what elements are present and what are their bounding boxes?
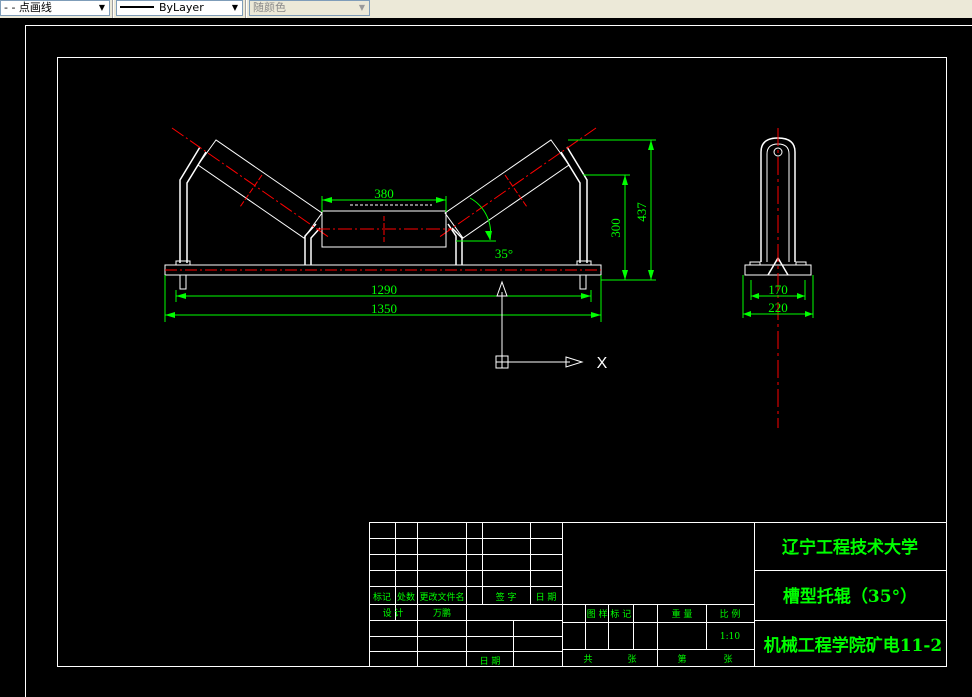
- school-name: 辽宁工程技术大学: [782, 537, 918, 558]
- rev-date-label: 日 期: [536, 592, 557, 603]
- chevron-down-icon[interactable]: ▼: [228, 1, 242, 15]
- chevron-down-icon: ▼: [358, 3, 366, 12]
- linetype-value: - - 点画线: [4, 1, 52, 14]
- dim-1350-text: 1350: [371, 301, 397, 316]
- total-label: 共: [583, 654, 592, 665]
- weight-label: 重 量: [672, 608, 693, 620]
- scale-value: 1:10: [720, 632, 740, 642]
- plotstyle-dropdown: 随颜色 ▼: [249, 0, 370, 16]
- date-label: 日 期: [480, 656, 501, 667]
- toolbar-separator: [112, 0, 114, 18]
- dim-380-text: 380: [374, 186, 394, 201]
- sheet-unit: 张: [627, 654, 636, 665]
- dim-220-text: 220: [768, 300, 788, 315]
- dim-170-text: 170: [768, 282, 788, 297]
- scale-label: 比 例: [720, 608, 741, 620]
- department-name: 机械工程学院矿电11-2: [764, 635, 943, 656]
- sheet-label: 第: [677, 653, 686, 665]
- ucs-x-label: X: [597, 355, 608, 372]
- sheet-unit2: 张: [723, 654, 732, 665]
- rev-sign-label: 签 字: [496, 591, 517, 603]
- rev-marks-label: 标记: [373, 591, 391, 603]
- lineweight-value: ByLayer: [159, 1, 204, 14]
- rev-docno-label: 更改文件名: [419, 591, 464, 603]
- plotstyle-value: 随颜色: [253, 1, 286, 14]
- dim-angle-text: 35°: [495, 246, 513, 261]
- line-sample-icon: [120, 6, 154, 8]
- dim-1290-text: 1290: [371, 282, 397, 297]
- properties-toolbar: - - 点画线 ▼ ByLayer ▼ 随颜色 ▼: [0, 0, 972, 19]
- lineweight-dropdown[interactable]: ByLayer ▼: [116, 0, 243, 16]
- rev-count-label: 处数: [397, 591, 415, 603]
- design-label: 设 计: [383, 607, 404, 619]
- drawing-canvas[interactable]: 380 35° 1290 1350 437 300 170 220 X 辽宁工程…: [0, 18, 972, 697]
- linetype-dropdown[interactable]: - - 点画线 ▼: [0, 0, 110, 16]
- designer-name: 万鹏: [433, 607, 451, 619]
- mark-label: 图 样 标 记: [587, 608, 632, 620]
- dim-300-text: 300: [608, 218, 623, 238]
- toolbar-separator: [245, 0, 247, 18]
- drawing-title: 槽型托辊（35°）: [783, 586, 917, 607]
- chevron-down-icon[interactable]: ▼: [95, 1, 109, 15]
- dim-437-text: 437: [634, 202, 649, 222]
